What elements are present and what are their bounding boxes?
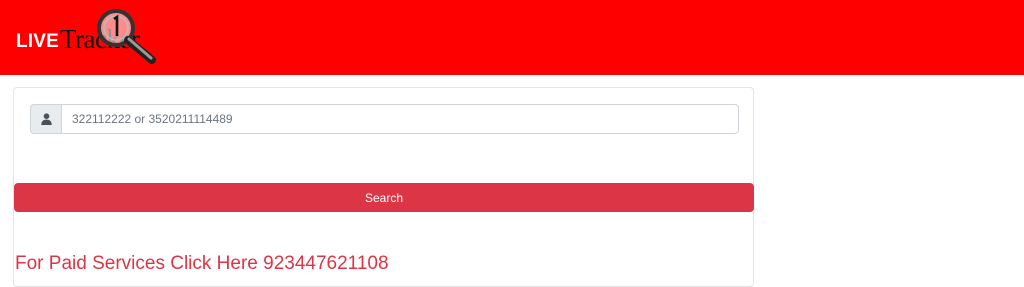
paid-services-link[interactable]: For Paid Services Click Here 92344762110… [15,253,389,275]
header-bar: LIVE Tracker [0,0,1024,75]
user-icon-addon [30,104,61,134]
logo-live-text: LIVE [16,31,60,52]
site-logo[interactable]: LIVE Tracker [16,4,176,66]
user-icon [40,113,52,125]
magnifier-icon [97,9,156,64]
search-input-group [30,104,739,134]
search-button[interactable]: Search [14,183,754,212]
cnic-search-input[interactable] [61,104,739,134]
